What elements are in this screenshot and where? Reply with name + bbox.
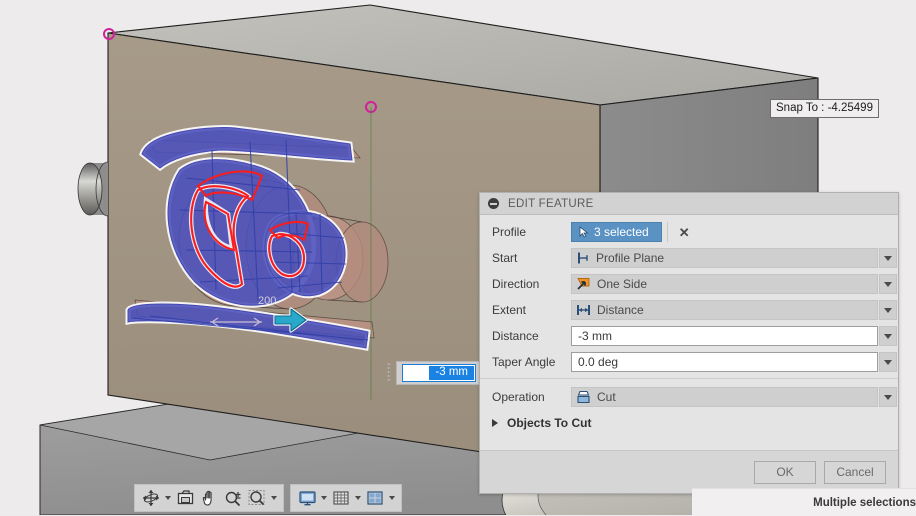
label-start: Start (492, 251, 518, 265)
operation-dropdown-icon[interactable] (879, 387, 897, 407)
distance-input[interactable]: -3 mm (571, 326, 897, 346)
minus-circle-icon[interactable] (488, 198, 499, 209)
section-divider (480, 378, 898, 379)
start-combo[interactable]: Profile Plane (571, 248, 897, 268)
direction-dropdown-icon[interactable] (879, 274, 897, 294)
distance-value: -3 mm (578, 329, 612, 343)
taper-angle-value: 0.0 deg (578, 355, 619, 369)
distance-manipulator-value: -3 mm (429, 366, 474, 380)
close-x-icon[interactable]: ✕ (679, 226, 690, 239)
status-bar: Multiple selections (692, 488, 916, 516)
pan-hand-icon[interactable] (197, 487, 221, 509)
edit-feature-dialog[interactable]: EDIT FEATURE Profile 3 selected ✕ Start (479, 192, 899, 494)
profile-selection-wrap: 3 selected (571, 222, 668, 242)
orbit-icon[interactable] (139, 487, 163, 509)
extent-value: Distance (597, 303, 644, 317)
objects-to-cut-label: Objects To Cut (507, 416, 592, 430)
fit-icon[interactable] (245, 487, 269, 509)
label-distance: Distance (492, 329, 539, 343)
objects-to-cut-section[interactable]: Objects To Cut (480, 413, 898, 433)
dialog-title: EDIT FEATURE (508, 197, 594, 210)
cancel-button[interactable]: Cancel (824, 460, 886, 484)
viewports-icon[interactable] (363, 487, 387, 509)
dialog-footer: OK Cancel (480, 450, 898, 493)
dialog-title-bar[interactable]: EDIT FEATURE (480, 193, 898, 215)
row-start: Start Profile Plane (480, 248, 898, 268)
cursor-arrow-icon (579, 226, 589, 238)
label-operation: Operation (492, 390, 545, 404)
start-dropdown-icon[interactable] (879, 248, 897, 268)
row-profile: Profile 3 selected ✕ (480, 222, 898, 242)
profile-selection-chip[interactable]: 3 selected (571, 222, 662, 242)
grid-snaps-caret-icon[interactable] (353, 487, 363, 509)
label-taper-angle: Taper Angle (492, 355, 556, 369)
arrow-right-manipulator[interactable] (272, 305, 310, 335)
fit-caret-icon[interactable] (269, 487, 279, 509)
direction-combo[interactable]: One Side (571, 274, 897, 294)
row-distance: Distance -3 mm (480, 326, 898, 346)
row-taper-angle: Taper Angle 0.0 deg (480, 352, 898, 372)
look-at-icon[interactable] (173, 487, 197, 509)
grid-snaps-icon[interactable] (329, 487, 353, 509)
start-value: Profile Plane (596, 251, 665, 265)
taper-angle-dropdown-icon[interactable] (879, 352, 897, 372)
ok-button[interactable]: OK (754, 460, 816, 484)
profile-plane-icon (578, 252, 588, 264)
navigation-toolbar[interactable] (134, 484, 402, 512)
cut-operation-icon (577, 391, 590, 404)
label-profile: Profile (492, 225, 527, 239)
row-extent: Extent Distance (480, 300, 898, 320)
extent-combo[interactable]: Distance (571, 300, 897, 320)
row-operation: Operation Cut (480, 387, 898, 407)
distance-extent-icon (577, 305, 590, 315)
status-text: Multiple selections (813, 496, 916, 509)
distance-manipulator-input[interactable]: -3 mm (396, 361, 492, 385)
nav-group-view[interactable] (134, 484, 284, 512)
direction-value: One Side (597, 277, 648, 291)
distance-dropdown-icon[interactable] (879, 326, 897, 346)
label-extent: Extent (492, 303, 527, 317)
one-side-direction-icon (577, 278, 590, 290)
input-drag-grip[interactable] (387, 362, 391, 382)
row-direction: Direction One Side (480, 274, 898, 294)
snap-to-tooltip: Snap To : -4.25499 (770, 99, 879, 118)
orbit-caret-icon[interactable] (163, 487, 173, 509)
viewports-caret-icon[interactable] (387, 487, 397, 509)
label-direction: Direction (492, 277, 540, 291)
zoom-icon[interactable] (221, 487, 245, 509)
profile-selection-label: 3 selected (594, 225, 649, 239)
display-settings-icon[interactable] (295, 487, 319, 509)
nav-group-display[interactable] (290, 484, 402, 512)
taper-angle-input[interactable]: 0.0 deg (571, 352, 897, 372)
display-settings-caret-icon[interactable] (319, 487, 329, 509)
dialog-body: Profile 3 selected ✕ Start Profile Plane… (480, 215, 898, 450)
operation-combo[interactable]: Cut (571, 387, 897, 407)
extent-dropdown-icon[interactable] (879, 300, 897, 320)
distance-manipulator-field[interactable]: -3 mm (402, 364, 476, 382)
operation-value: Cut (597, 390, 616, 404)
triangle-right-icon[interactable] (492, 419, 498, 427)
